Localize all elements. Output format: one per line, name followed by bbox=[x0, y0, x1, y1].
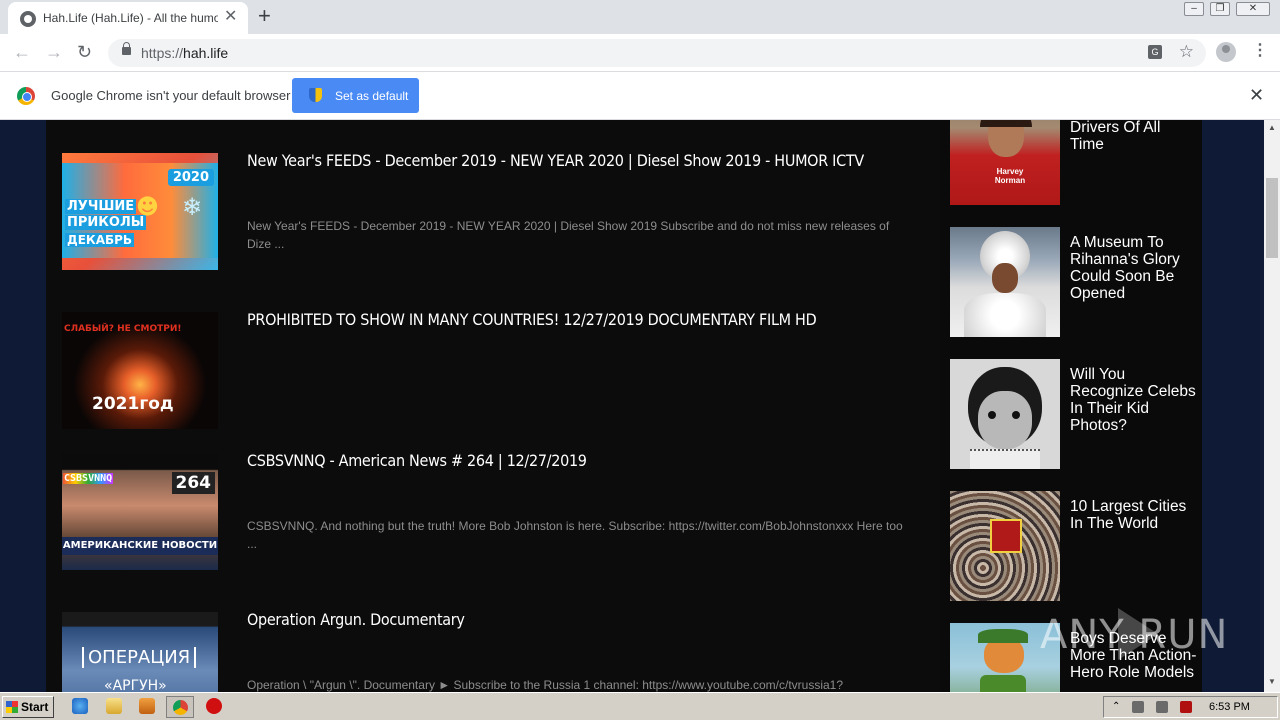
thumb-text: «АРГУН» bbox=[104, 678, 167, 692]
card-image[interactable] bbox=[950, 491, 1060, 601]
translate-icon[interactable]: G bbox=[1148, 45, 1162, 59]
tab-title: Hah.Life (Hah.Life) - All the humor in bbox=[43, 11, 218, 25]
restore-icon[interactable]: ❐ bbox=[1210, 2, 1230, 16]
infobar-message: Google Chrome isn't your default browser bbox=[51, 88, 291, 103]
close-icon[interactable]: ✕ bbox=[224, 9, 237, 25]
card-caption[interactable]: Will You Recognize Celebs In Their Kid P… bbox=[1070, 366, 1198, 434]
video-description: New Year's FEEDS - December 2019 - NEW Y… bbox=[247, 219, 890, 251]
card-image[interactable] bbox=[950, 227, 1060, 337]
chrome-taskbar-button[interactable] bbox=[166, 696, 194, 718]
web-page: 2020 ЛУЧШИЕ ПРИКОЛЫ ДЕКАБРЬ ☻ ❄ New Year… bbox=[0, 120, 1264, 692]
reload-icon[interactable]: ↻ bbox=[77, 42, 92, 62]
clock: 6:53 PM bbox=[1209, 701, 1250, 713]
system-tray: ⌃ 6:53 PM bbox=[1103, 696, 1278, 718]
video-thumbnail[interactable]: CSBSVNNQ 264 АМЕРИКАНСКИЕ НОВОСТИ bbox=[62, 453, 218, 570]
close-icon[interactable]: ✕ bbox=[1249, 86, 1264, 104]
scroll-down-icon[interactable]: ▼ bbox=[1268, 677, 1276, 686]
video-description: Operation \ "Argun \". Documentary ► Sub… bbox=[247, 678, 844, 692]
back-icon[interactable]: ← bbox=[13, 42, 31, 62]
thumb-text: ЛУЧШИЕ bbox=[65, 199, 137, 214]
tab-strip: Hah.Life (Hah.Life) - All the humor in ✕… bbox=[0, 0, 1280, 34]
thumb-badge: 2020 bbox=[167, 169, 214, 186]
thumb-text: ПРИКОЛЫ bbox=[65, 215, 147, 230]
thumb-text: АМЕРИКАНСКИЕ НОВОСТИ bbox=[62, 537, 218, 555]
card-image[interactable] bbox=[950, 359, 1060, 469]
start-label: Start bbox=[21, 700, 49, 714]
snowflake-icon: ❄ bbox=[182, 193, 203, 221]
profile-icon[interactable] bbox=[1216, 42, 1236, 62]
thumb-text: 2021год bbox=[92, 394, 174, 414]
windows-taskbar: Start ⌃ 6:53 PM bbox=[0, 692, 1280, 720]
thumb-text: ДЕКАБРЬ bbox=[65, 233, 135, 247]
plus-icon[interactable]: + bbox=[258, 5, 271, 27]
star-icon[interactable]: ☆ bbox=[1179, 42, 1194, 62]
default-browser-infobar: Google Chrome isn't your default browser… bbox=[0, 72, 1280, 120]
chrome-logo-icon bbox=[17, 87, 35, 105]
vertical-scrollbar[interactable]: ▲ ▼ bbox=[1264, 120, 1280, 692]
network-icon[interactable] bbox=[1132, 701, 1144, 713]
browser-toolbar: ← → ↻ https://hah.life G ☆ ⋮ bbox=[0, 34, 1280, 72]
show-hidden-icon[interactable]: ⌃ bbox=[1112, 701, 1124, 713]
set-as-default-button[interactable]: Set as default bbox=[292, 78, 419, 113]
thumb-badge: 264 bbox=[171, 472, 215, 494]
thumb-text: CSBSVNNQ bbox=[63, 473, 114, 484]
video-title[interactable]: PROHIBITED TO SHOW IN MANY COUNTRIES! 12… bbox=[247, 310, 817, 329]
media-player-icon[interactable] bbox=[139, 698, 155, 714]
globe-icon bbox=[20, 11, 36, 27]
card-image[interactable]: Harvey Norman bbox=[950, 120, 1060, 205]
menu-icon[interactable]: ⋮ bbox=[1252, 42, 1268, 60]
window-close-icon[interactable]: ✕ bbox=[1236, 2, 1270, 16]
recommended-sidebar: Harvey Norman Female Race Car Drivers Of… bbox=[940, 120, 1202, 692]
video-thumbnail[interactable]: СЛАБЫЙ? НЕ СМОТРИ! 2021год bbox=[62, 312, 218, 429]
card-caption[interactable]: A Museum To Rihanna's Glory Could Soon B… bbox=[1070, 234, 1198, 302]
shirt-text: Harvey Norman bbox=[994, 167, 1026, 185]
thumb-text: СЛАБЫЙ? НЕ СМОТРИ! bbox=[64, 324, 182, 334]
video-feed: 2020 ЛУЧШИЕ ПРИКОЛЫ ДЕКАБРЬ ☻ ❄ New Year… bbox=[46, 120, 940, 692]
video-title[interactable]: Operation Argun. Documentary bbox=[247, 610, 465, 629]
forward-icon[interactable]: → bbox=[45, 42, 63, 62]
scroll-up-icon[interactable]: ▲ bbox=[1268, 123, 1276, 132]
browser-tab[interactable]: Hah.Life (Hah.Life) - All the humor in ✕ bbox=[8, 2, 248, 34]
stop-icon[interactable] bbox=[206, 698, 222, 714]
video-title[interactable]: New Year's FEEDS - December 2019 - NEW Y… bbox=[247, 151, 864, 170]
video-description: CSBSVNNQ. And nothing but the truth! Mor… bbox=[247, 519, 903, 551]
minimize-icon[interactable]: – bbox=[1184, 2, 1204, 16]
emoji-icon: ☻ bbox=[136, 195, 159, 220]
lock-icon[interactable] bbox=[122, 42, 131, 55]
card-caption[interactable]: Female Race Car Drivers Of All Time bbox=[1070, 120, 1198, 153]
ie-icon[interactable] bbox=[72, 698, 88, 714]
shield-icon bbox=[309, 88, 322, 102]
video-thumbnail[interactable]: ОПЕРАЦИЯ «АРГУН» bbox=[62, 612, 218, 692]
video-thumbnail[interactable]: 2020 ЛУЧШИЕ ПРИКОЛЫ ДЕКАБРЬ ☻ ❄ bbox=[62, 153, 218, 270]
start-button[interactable]: Start bbox=[2, 696, 54, 718]
scrollbar-thumb[interactable] bbox=[1266, 178, 1278, 258]
video-title[interactable]: CSBSVNNQ - American News # 264 | 12/27/2… bbox=[247, 451, 587, 470]
windows-logo-icon bbox=[6, 701, 18, 713]
card-caption[interactable]: 10 Largest Cities In The World bbox=[1070, 498, 1198, 532]
chrome-icon bbox=[173, 700, 188, 715]
url-text: https://hah.life bbox=[141, 45, 229, 61]
thumb-text: ОПЕРАЦИЯ bbox=[82, 647, 197, 668]
watermark: ANY RUN bbox=[1040, 612, 1229, 658]
set-as-default-label: Set as default bbox=[335, 89, 409, 103]
flag-icon[interactable] bbox=[1180, 701, 1192, 713]
folder-icon[interactable] bbox=[106, 698, 122, 714]
volume-icon[interactable] bbox=[1156, 701, 1168, 713]
address-bar[interactable]: https://hah.life G ☆ bbox=[108, 39, 1206, 67]
